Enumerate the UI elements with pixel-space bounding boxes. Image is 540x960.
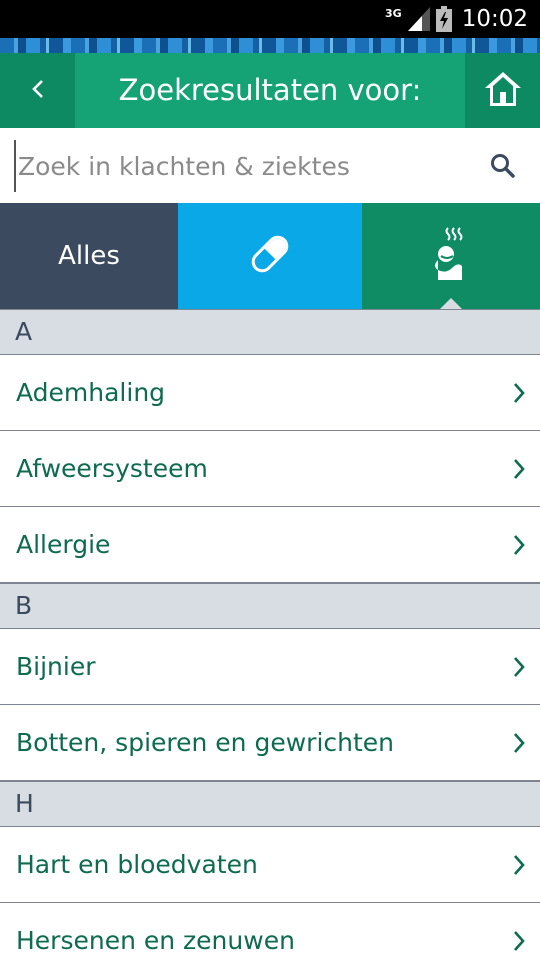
section-header-h: H [0,781,540,827]
active-tab-indicator [440,298,462,309]
status-icons: 3G 10:02 [385,4,528,34]
search-icon[interactable] [490,153,516,179]
decorative-stripe [0,38,540,53]
home-button[interactable] [465,53,540,128]
list-item[interactable]: Bijnier [0,629,540,705]
list-item-label: Ademhaling [16,378,166,407]
app-header: Zoekresultaten voor: [0,53,540,128]
list-item[interactable]: Hersenen en zenuwen [0,903,540,960]
list-item[interactable]: Hart en bloedvaten [0,827,540,903]
list-item-label: Allergie [16,530,111,559]
results-list: A Ademhaling Afweersysteem Allergie B Bi… [0,309,540,960]
tab-body[interactable] [362,203,540,309]
signal-icon [407,7,430,31]
pill-icon [247,231,293,281]
tab-all[interactable]: Alles [0,203,178,309]
list-item-label: Hart en bloedvaten [16,850,258,879]
chevron-right-icon [512,731,526,755]
list-item-label: Hersenen en zenuwen [16,926,295,955]
search-bar [0,128,540,203]
chevron-right-icon [512,457,526,481]
list-item[interactable]: Afweersysteem [0,431,540,507]
body-icon [428,226,474,286]
tab-medicine[interactable] [178,203,362,309]
home-icon [483,70,523,112]
chevron-right-icon [512,655,526,679]
back-button[interactable] [0,53,75,128]
battery-icon [435,6,452,32]
section-header-a: A [0,309,540,355]
chevron-right-icon [512,381,526,405]
list-item[interactable]: Allergie [0,507,540,583]
category-tabs: Alles [0,203,540,309]
clock: 10:02 [461,6,528,32]
chevron-left-icon [31,78,45,104]
search-input[interactable] [14,140,474,192]
list-item-label: Afweersysteem [16,454,208,483]
list-item[interactable]: Botten, spieren en gewrichten [0,705,540,781]
chevron-right-icon [512,853,526,877]
list-item-label: Bijnier [16,652,96,681]
chevron-right-icon [512,533,526,557]
network-type: 3G [385,6,402,20]
chevron-right-icon [512,929,526,953]
page-title: Zoekresultaten voor: [118,73,422,107]
section-header-b: B [0,583,540,629]
status-bar: 3G 10:02 [0,0,540,38]
list-item-label: Botten, spieren en gewrichten [16,728,395,757]
list-item[interactable]: Ademhaling [0,355,540,431]
